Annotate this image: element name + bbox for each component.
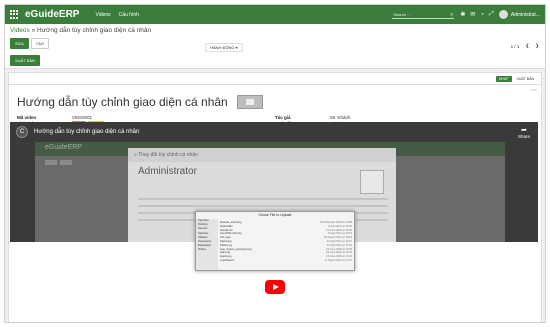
video-frame-button [45,160,57,165]
search-placeholder: Search ... [393,11,411,17]
more-icon[interactable]: ⋯ [531,87,537,94]
sidebar-item: Videos [198,248,206,252]
expand-icon[interactable]: ⤢ [489,11,494,18]
video-frame-button [60,160,72,165]
top-navbar: eGuideERP Videos Cấu hình Search ... ⚲ ✱… [5,5,545,24]
list-item: LogoCheers 17 March 2021 at 17:01 [220,258,352,262]
export-button[interactable]: XUẤT BẢN [10,55,40,66]
username[interactable]: Administrat... [511,12,540,18]
apps-grid-icon[interactable] [10,10,19,19]
channel-avatar[interactable]: C [16,126,28,138]
menu-videos[interactable]: Videos [95,12,110,18]
prev-icon[interactable]: ❮ [525,43,529,49]
status-published[interactable]: XUẤT BẢN [514,76,537,82]
play-icon[interactable] [265,280,285,294]
file-sidebar: Favorites Dropbox Recents Applicati... D… [196,219,218,270]
file-list: Express_test3.png 16 December 2020 at 10:… [220,221,352,263]
profile-photo [360,170,384,194]
breadcrumb-root[interactable]: Videos [10,27,30,34]
avatar[interactable] [498,10,508,19]
brand-name[interactable]: eGuideERP [25,9,79,20]
video-title[interactable]: Hướng dẫn tùy chỉnh giao diện cá nhân [34,129,139,135]
video-thumbnail[interactable] [236,95,263,109]
dialog-breadcrumb: » Thay đổi tùy chỉnh cá nhân [128,148,396,162]
breadcrumb-current: Hướng dẫn tùy chỉnh giao diện cá nhân [37,27,152,34]
video-header: C Hướng dẫn tùy chỉnh giao diện cá nhân [10,122,538,142]
status-draft[interactable]: NHÁP [495,75,512,82]
menu-config[interactable]: Cấu hình [119,12,139,18]
file-dialog-title: Chose File to Upload [258,213,292,217]
next-icon[interactable]: ❯ [535,43,539,49]
file-upload-dialog: Chose File to Upload Favorites Dropbox R… [195,211,355,271]
app-window: eGuideERP Videos Cấu hình Search ... ⚲ ✱… [4,4,546,323]
video-frame-brand: eGuideERP [45,144,82,151]
bug-icon[interactable]: ✱ [460,11,465,18]
breadcrumb: Videos » Hướng dẫn tùy chỉnh giao diện c… [10,27,540,34]
create-button[interactable]: TẠO [30,38,49,49]
dialog-title: Administrator [138,166,197,177]
search-icon[interactable]: ⚲ [450,12,453,17]
clock-icon[interactable]: ◔ [480,12,484,18]
edit-button[interactable]: SỬA [10,38,29,49]
record-title: Hướng dẫn tùy chỉnh giao diện cá nhân [17,95,228,109]
chat-icon[interactable]: ✉ [470,11,475,18]
pager: 1 / 1 ❮ ❯ [511,43,539,49]
pager-value: 1 / 1 [510,43,520,49]
status-bar: NHÁP XUẤT BẢN [8,72,542,85]
breadcrumb-sep: » [31,27,36,34]
control-panel: Videos » Hướng dẫn tùy chỉnh giao diện c… [5,24,545,69]
search-input[interactable]: Search ... ⚲ [392,10,455,19]
action-dropdown[interactable]: HÀNH ĐỘNG ▾ [205,43,243,52]
